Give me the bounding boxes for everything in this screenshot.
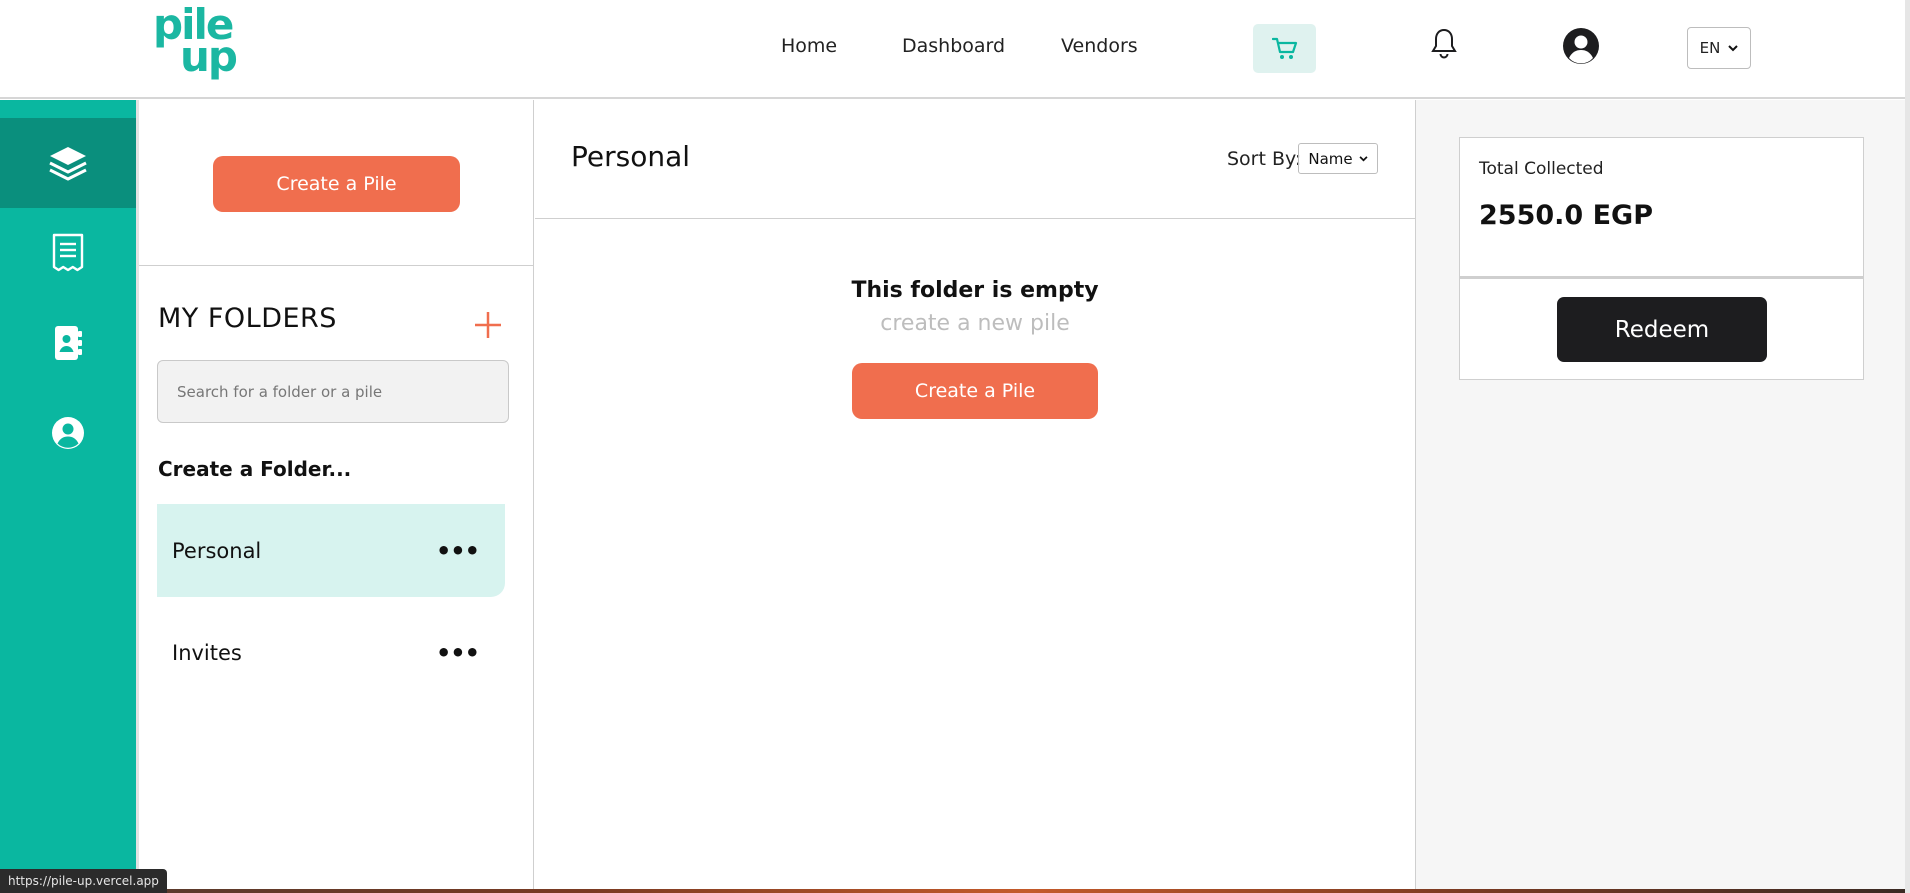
page-title: Personal	[571, 140, 691, 173]
folders-divider	[139, 265, 534, 266]
folder-item-personal[interactable]: Personal •••	[157, 504, 505, 597]
empty-state-title: This folder is empty	[851, 278, 1099, 303]
more-options-icon[interactable]: •••	[436, 537, 480, 565]
layers-icon	[49, 147, 87, 181]
cart-icon	[1271, 37, 1297, 59]
more-options-icon[interactable]: •••	[436, 639, 480, 667]
main-content: Personal Sort By: Name This folder is em…	[535, 100, 1415, 893]
create-folder-link[interactable]: Create a Folder...	[158, 457, 351, 481]
sidebar-item-piles[interactable]	[0, 118, 136, 208]
summary-panel: Total Collected 2550.0 EGP Redeem	[1415, 100, 1905, 893]
empty-state-subtitle: create a new pile	[880, 311, 1070, 336]
user-circle-icon	[52, 417, 84, 449]
sidebar	[0, 100, 136, 893]
sort-select[interactable]: Name	[1298, 143, 1378, 174]
sort-value: Name	[1308, 149, 1353, 168]
taskbar-strip	[150, 889, 1905, 893]
create-pile-button[interactable]: Create a Pile	[852, 363, 1098, 419]
total-collected-label: Total Collected	[1479, 159, 1604, 179]
sidebar-item-contacts[interactable]	[0, 298, 136, 388]
link-status-bar: https://pile-up.vercel.app	[0, 869, 167, 893]
total-collected-card: Total Collected 2550.0 EGP	[1459, 137, 1864, 277]
sidebar-item-receipts[interactable]	[0, 208, 136, 298]
create-pile-button[interactable]: Create a Pile	[213, 156, 460, 212]
language-value: EN	[1699, 39, 1721, 57]
folder-item-invites[interactable]: Invites •••	[157, 606, 505, 699]
contact-book-icon	[55, 326, 82, 360]
redeem-button[interactable]: Redeem	[1557, 297, 1767, 362]
chevron-down-icon	[1728, 44, 1739, 51]
redeem-card: Redeem	[1459, 277, 1864, 380]
bell-icon[interactable]	[1428, 27, 1460, 61]
pile-up-logo[interactable]: pile up	[153, 4, 253, 84]
nav-vendors[interactable]: Vendors	[1061, 35, 1138, 57]
language-select[interactable]: EN	[1687, 27, 1751, 69]
logo-line-2: up	[180, 32, 238, 81]
top-header: pile up Home Dashboard Vendors EN	[0, 0, 1905, 99]
nav-dashboard[interactable]: Dashboard	[902, 35, 1005, 57]
chevron-down-icon	[1359, 155, 1368, 161]
total-collected-value: 2550.0 EGP	[1479, 200, 1653, 231]
receipt-icon	[52, 233, 84, 272]
user-icon[interactable]	[1562, 27, 1600, 65]
sidebar-item-profile[interactable]	[0, 388, 136, 478]
window-edge	[1905, 0, 1910, 893]
sort-label: Sort By:	[1227, 148, 1302, 170]
add-folder-icon[interactable]	[473, 310, 503, 340]
cart-button[interactable]	[1253, 24, 1316, 73]
folder-label: Personal	[172, 538, 262, 563]
my-folders-heading: MY FOLDERS	[158, 303, 337, 334]
main-divider	[535, 218, 1415, 219]
folder-label: Invites	[172, 640, 242, 665]
folder-search-input[interactable]: Search for a folder or a pile	[157, 360, 509, 423]
folders-panel: Create a Pile MY FOLDERS Search for a fo…	[139, 100, 534, 893]
nav-home[interactable]: Home	[781, 35, 837, 57]
